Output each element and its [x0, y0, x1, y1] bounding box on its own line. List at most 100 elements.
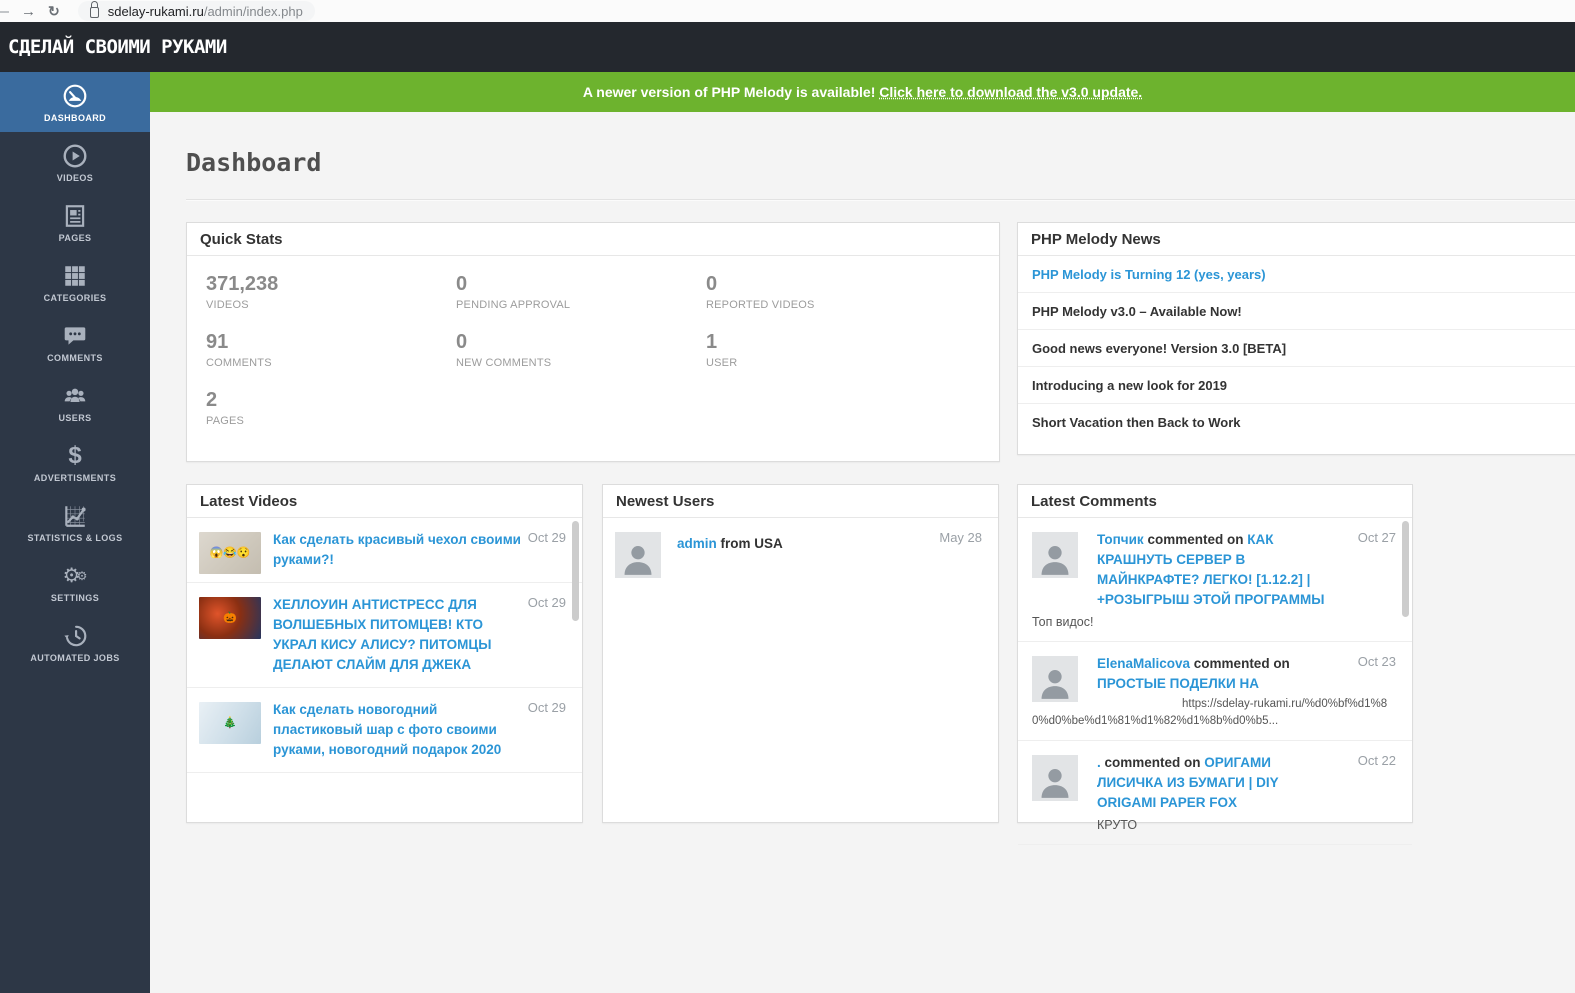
comment-text: КРУТО — [1097, 817, 1396, 834]
comment-head: Топчик commented on КАК КРАШНУТЬ СЕРВЕР … — [1097, 530, 1335, 610]
commenter-link[interactable]: ElenaMalicova — [1097, 656, 1190, 671]
sidebar-item-videos[interactable]: VIDEOS — [0, 132, 150, 192]
address-bar[interactable]: sdelay-rukami.ru/admin/index.php — [78, 1, 315, 21]
browser-bar: — → ↻ sdelay-rukami.ru/admin/index.php — [0, 0, 1575, 22]
sidebar-item-settings[interactable]: ⚙ ⚙ SETTINGS — [0, 552, 150, 612]
main-content: A newer version of PHP Melody is availab… — [150, 72, 1575, 993]
commenter-link[interactable]: Топчик — [1097, 532, 1144, 547]
user-avatar — [615, 532, 661, 578]
user-line: admin from USA — [677, 536, 940, 551]
page-title: Dashboard — [186, 148, 321, 177]
user-list-item: admin from USA May 28 — [603, 518, 998, 563]
comment-list-item: . commented on ОРИГАМИ ЛИСИЧКА ИЗ БУМАГИ… — [1018, 741, 1412, 845]
sidebar-item-label: CATEGORIES — [44, 293, 107, 303]
sidebar-item-dashboard[interactable]: DASHBOARD — [0, 72, 150, 132]
sidebar-item-automated-jobs[interactable]: AUTOMATED JOBS — [0, 612, 150, 672]
site-brand: СДЕЛАЙ СВОИМИ РУКАМИ — [8, 36, 227, 58]
url-text: sdelay-rukami.ru/admin/index.php — [108, 4, 303, 19]
update-download-link[interactable]: Click here to download the v3.0 update. — [879, 84, 1142, 100]
gauge-icon — [62, 82, 88, 110]
comment-date: Oct 27 — [1358, 530, 1396, 545]
commented-video-link[interactable]: ПРОСТЫЕ ПОДЕЛКИ НА — [1097, 676, 1259, 691]
sidebar: DASHBOARD VIDEOS PAGES CATEGORIES COMMEN… — [0, 72, 150, 993]
comment-date: Oct 22 — [1358, 753, 1396, 768]
sidebar-item-label: ADVERTISMENTS — [34, 473, 116, 483]
news-item[interactable]: Good news everyone! Version 3.0 [BETA] — [1018, 330, 1575, 367]
commenter-avatar — [1032, 656, 1078, 702]
video-thumbnail[interactable]: 🎃 — [199, 597, 261, 639]
news-item[interactable]: Short Vacation then Back to Work — [1018, 404, 1575, 441]
username-link[interactable]: admin — [677, 536, 717, 551]
sidebar-item-label: AUTOMATED JOBS — [30, 653, 119, 663]
comment-text: https://sdelay-rukami.ru/%d0%bf%d1%80%d0… — [1032, 696, 1396, 730]
play-circle-icon — [62, 142, 88, 170]
news-item[interactable]: PHP Melody v3.0 – Available Now! — [1018, 293, 1575, 330]
sidebar-item-pages[interactable]: PAGES — [0, 192, 150, 252]
document-icon — [62, 202, 88, 230]
users-icon — [62, 382, 88, 410]
newest-users-panel: Newest Users admin from USA May 28 — [602, 484, 999, 823]
title-divider — [186, 199, 1575, 201]
sidebar-item-categories[interactable]: CATEGORIES — [0, 252, 150, 312]
news-item[interactable]: Introducing a new look for 2019 — [1018, 367, 1575, 404]
video-date: Oct 29 — [528, 530, 566, 545]
news-item[interactable]: PHP Melody is Turning 12 (yes, years) — [1018, 256, 1575, 293]
comment-list-item: Топчик commented on КАК КРАШНУТЬ СЕРВЕР … — [1018, 518, 1412, 642]
news-panel: PHP Melody News PHP Melody is Turning 12… — [1017, 222, 1575, 455]
site-header: СДЕЛАЙ СВОИМИ РУКАМИ — [0, 22, 1575, 72]
video-list-item: 😱😂😯 Как сделать красивый чехол своими ру… — [187, 518, 582, 583]
dollar-icon: $ — [68, 442, 81, 470]
commenter-avatar — [1032, 532, 1078, 578]
user-date: May 28 — [939, 530, 982, 545]
video-thumbnail[interactable]: 😱😂😯 — [199, 532, 261, 574]
latest-comments-panel: Latest Comments Топчик commented on КАК … — [1017, 484, 1413, 823]
video-title-link[interactable]: Как сделать новогодний пластиковый шар с… — [273, 700, 524, 760]
sidebar-item-statistics-logs[interactable]: STATISTICS & LOGS — [0, 492, 150, 552]
sidebar-item-label: DASHBOARD — [44, 113, 106, 123]
quick-stats-grid: 371,238 VIDEOS 0 PENDING APPROVAL 0 REPO… — [187, 256, 999, 447]
stat-videos: 371,238 VIDEOS — [206, 273, 456, 331]
video-title-link[interactable]: ХЕЛЛОУИН АНТИСТРЕСС ДЛЯ ВОЛШЕБНЫХ ПИТОМЦ… — [273, 595, 524, 675]
video-date: Oct 29 — [528, 700, 566, 715]
grid-icon — [62, 262, 88, 290]
sidebar-item-label: SETTINGS — [51, 593, 99, 603]
latest-videos-panel: Latest Videos 😱😂😯 Как сделать красивый ч… — [186, 484, 583, 823]
update-message: A newer version of PHP Melody is availab… — [583, 84, 1142, 100]
chart-icon — [62, 502, 88, 530]
comment-list-item: ElenaMalicova commented on ПРОСТЫЕ ПОДЕЛ… — [1018, 642, 1412, 741]
stat-new-comments: 0 NEW COMMENTS — [456, 331, 706, 389]
stat-pages: 2 PAGES — [206, 389, 456, 447]
video-list-item: 🎄 Как сделать новогодний пластиковый шар… — [187, 688, 582, 773]
back-icon[interactable]: — — [0, 4, 9, 19]
sidebar-item-advertisments[interactable]: $ ADVERTISMENTS — [0, 432, 150, 492]
newest-users-title: Newest Users — [603, 485, 998, 518]
sidebar-item-label: COMMENTS — [47, 353, 103, 363]
stat-reported-videos: 0 REPORTED VIDEOS — [706, 273, 956, 331]
lock-icon — [90, 7, 99, 18]
sidebar-item-label: VIDEOS — [57, 173, 93, 183]
stat-comments: 91 COMMENTS — [206, 331, 456, 389]
quick-stats-panel: Quick Stats 371,238 VIDEOS 0 PENDING APP… — [186, 222, 1000, 462]
stat-user: 1 USER — [706, 331, 956, 389]
forward-icon[interactable]: → — [21, 4, 36, 19]
history-clock-icon — [62, 622, 88, 650]
commenter-avatar — [1032, 755, 1078, 801]
videos-scrollbar[interactable] — [572, 521, 579, 621]
sidebar-item-comments[interactable]: COMMENTS — [0, 312, 150, 372]
reload-icon[interactable]: ↻ — [48, 4, 60, 18]
latest-comments-title: Latest Comments — [1018, 485, 1412, 518]
gears-icon: ⚙ ⚙ — [63, 562, 88, 590]
comment-head: ElenaMalicova commented on ПРОСТЫЕ ПОДЕЛ… — [1097, 654, 1335, 694]
video-list-item: 🎃 ХЕЛЛОУИН АНТИСТРЕСС ДЛЯ ВОЛШЕБНЫХ ПИТО… — [187, 583, 582, 688]
comment-date: Oct 23 — [1358, 654, 1396, 669]
sidebar-item-users[interactable]: USERS — [0, 372, 150, 432]
sidebar-item-label: STATISTICS & LOGS — [28, 533, 123, 543]
video-thumbnail[interactable]: 🎄 — [199, 702, 261, 744]
comment-text: Топ видос! — [1032, 614, 1396, 631]
sidebar-item-label: PAGES — [59, 233, 92, 243]
update-notification-bar: A newer version of PHP Melody is availab… — [150, 72, 1575, 112]
comments-scrollbar[interactable] — [1402, 521, 1409, 617]
stat-pending-approval: 0 PENDING APPROVAL — [456, 273, 706, 331]
video-title-link[interactable]: Как сделать красивый чехол своими руками… — [273, 530, 524, 570]
sidebar-item-label: USERS — [58, 413, 91, 423]
